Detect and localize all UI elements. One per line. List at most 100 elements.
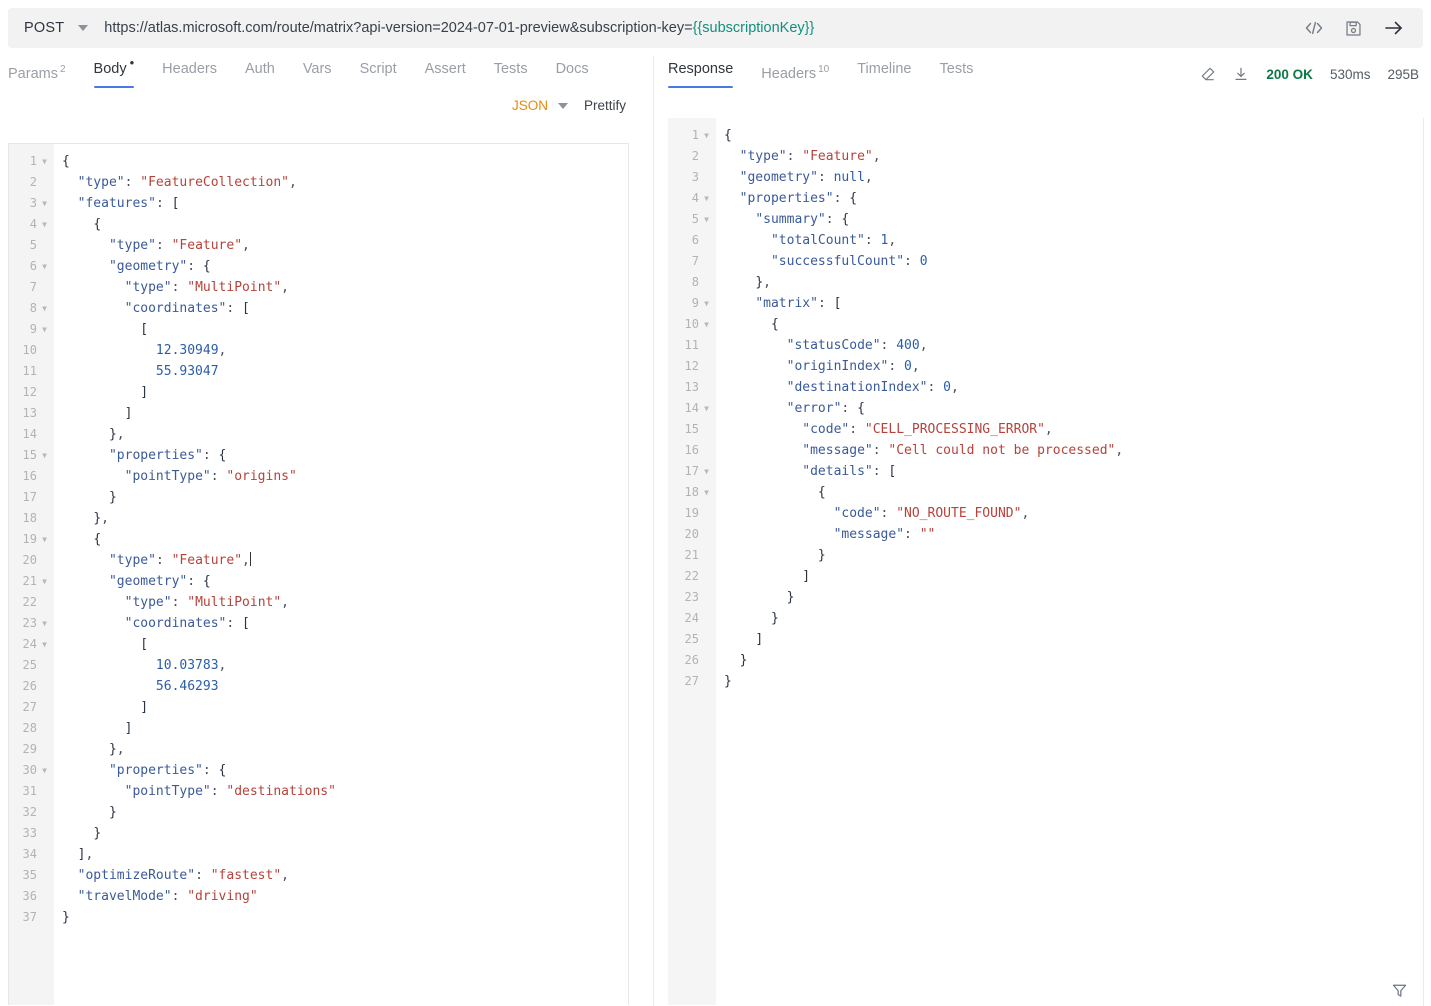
http-method-label: POST: [24, 20, 65, 36]
fold-toggle-icon[interactable]: ▼: [39, 613, 50, 634]
fold-toggle-icon[interactable]: ▼: [39, 529, 50, 550]
tab-response-tests[interactable]: Tests: [940, 60, 989, 88]
fold-toggle-icon[interactable]: ▼: [39, 634, 50, 655]
code-token: 12.30949: [155, 343, 219, 358]
fold-toggle-icon[interactable]: ▼: [701, 188, 712, 209]
line-number: 5▼: [29, 238, 37, 252]
line-number: 19▼: [9, 529, 54, 550]
tab-body[interactable]: Body •: [93, 56, 150, 88]
fold-toggle-icon[interactable]: ▼: [701, 125, 712, 146]
fold-toggle-icon[interactable]: ▼: [39, 193, 50, 214]
fold-toggle-icon[interactable]: ▼: [39, 319, 50, 340]
line-number: 11▼: [22, 364, 37, 378]
fold-toggle-icon[interactable]: ▼: [39, 571, 50, 592]
panel-divider[interactable]: [653, 56, 654, 1006]
fold-toggle-icon[interactable]: ▼: [39, 298, 50, 319]
code-line: 55.93047: [62, 361, 628, 382]
code-token: :: [226, 616, 243, 631]
tab-timeline[interactable]: Timeline: [857, 60, 926, 88]
line-number: 26▼: [22, 679, 37, 693]
code-line: "destinationIndex": 0,: [724, 377, 1423, 398]
fold-toggle-icon[interactable]: ▼: [701, 314, 712, 335]
code-line: "pointType": "destinations": [62, 781, 628, 802]
fold-toggle-icon[interactable]: ▼: [701, 293, 712, 314]
code-line: "features": [: [62, 193, 628, 214]
response-editor-code[interactable]: { "type": "Feature", "geometry": null, "…: [716, 118, 1423, 1005]
fold-toggle-icon[interactable]: ▼: [39, 151, 50, 172]
filter-icon[interactable]: [1388, 979, 1410, 1001]
tab-tests[interactable]: Tests: [494, 60, 543, 88]
clear-icon[interactable]: [1200, 66, 1216, 82]
tab-script[interactable]: Script: [360, 60, 412, 88]
code-token: ,: [218, 658, 227, 673]
code-line: [: [62, 319, 628, 340]
code-token: {: [841, 212, 850, 227]
code-token: "type": [739, 149, 787, 164]
line-number: 25▼: [22, 658, 37, 672]
fold-toggle-icon[interactable]: ▼: [39, 256, 50, 277]
line-number: 20▼: [684, 527, 699, 541]
code-token: "coordinates": [124, 301, 227, 316]
tab-body-label: Body: [93, 61, 127, 77]
code-line: "details": [: [724, 461, 1423, 482]
code-line: "code": "CELL_PROCESSING_ERROR",: [724, 419, 1423, 440]
code-token: "code": [833, 506, 881, 521]
code-token: :: [171, 280, 188, 295]
tab-response-headers-badge: 10: [818, 64, 830, 75]
fold-toggle-icon[interactable]: ▼: [701, 398, 712, 419]
response-body-viewer[interactable]: 1▼ 2▼ 3▼ 4▼5▼ 6▼ 7▼ 8▼ 9▼10▼ 11▼ 12▼ 13▼ 14▼ 15▼ 16▼ 1…: [668, 118, 1423, 1005]
request-editor-code[interactable]: { "type": "FeatureCollection", "features…: [54, 144, 628, 1005]
tab-tests-label: Tests: [493, 61, 528, 77]
code-token: ,: [289, 175, 297, 190]
download-icon[interactable]: [1233, 66, 1249, 82]
code-token: "FeatureCollection": [140, 175, 289, 190]
code-token: }: [108, 427, 117, 442]
code-token: "error": [786, 401, 842, 416]
code-line: 56.46293: [62, 676, 628, 697]
code-line: ],: [62, 844, 628, 865]
line-number: 14▼: [22, 427, 37, 441]
tab-docs[interactable]: Docs: [556, 60, 604, 88]
tab-response-headers[interactable]: Headers 10: [761, 60, 844, 93]
code-line: 10.03783,: [62, 655, 628, 676]
line-number: 14▼: [668, 398, 716, 419]
code-token: ]: [140, 385, 149, 400]
line-number: 22▼: [684, 569, 699, 583]
tab-auth[interactable]: Auth: [245, 60, 290, 88]
tab-vars[interactable]: Vars: [303, 60, 347, 88]
code-token: :: [210, 784, 227, 799]
fold-toggle-icon[interactable]: ▼: [701, 461, 712, 482]
line-number: 1 ▼: [668, 125, 716, 146]
save-icon[interactable]: [1344, 19, 1363, 38]
prettify-button[interactable]: Prettify: [584, 98, 626, 113]
line-number: 23▼: [684, 590, 699, 604]
body-format-select[interactable]: JSON: [512, 98, 568, 113]
tab-response[interactable]: Response: [668, 60, 748, 88]
code-icon[interactable]: [1304, 18, 1324, 38]
method-selector[interactable]: POST: [8, 8, 89, 48]
send-arrow-icon[interactable]: [1383, 17, 1405, 39]
tab-assert[interactable]: Assert: [425, 60, 481, 88]
code-token: "Feature": [171, 238, 243, 253]
fold-toggle-icon[interactable]: ▼: [39, 214, 50, 235]
code-token: }: [724, 674, 732, 689]
fold-toggle-icon[interactable]: ▼: [39, 445, 50, 466]
fold-toggle-icon[interactable]: ▼: [39, 760, 50, 781]
url-input[interactable]: https://atlas.microsoft.com/route/matrix…: [88, 20, 1304, 36]
request-body-editor[interactable]: 1▼ 2▼ 3▼4▼ 5▼ 6▼ 7▼ 8▼9▼ 10▼ 11▼ 12▼ 13▼ 14▼ 15▼ 16▼ 1…: [8, 143, 629, 1005]
tab-headers[interactable]: Headers: [162, 60, 232, 88]
fold-toggle-icon[interactable]: ▼: [701, 209, 712, 230]
tab-params[interactable]: Params 2: [8, 60, 81, 93]
fold-toggle-icon[interactable]: ▼: [701, 482, 712, 503]
code-token: null: [833, 170, 865, 185]
body-toolbar: JSON Prettify: [512, 98, 626, 113]
